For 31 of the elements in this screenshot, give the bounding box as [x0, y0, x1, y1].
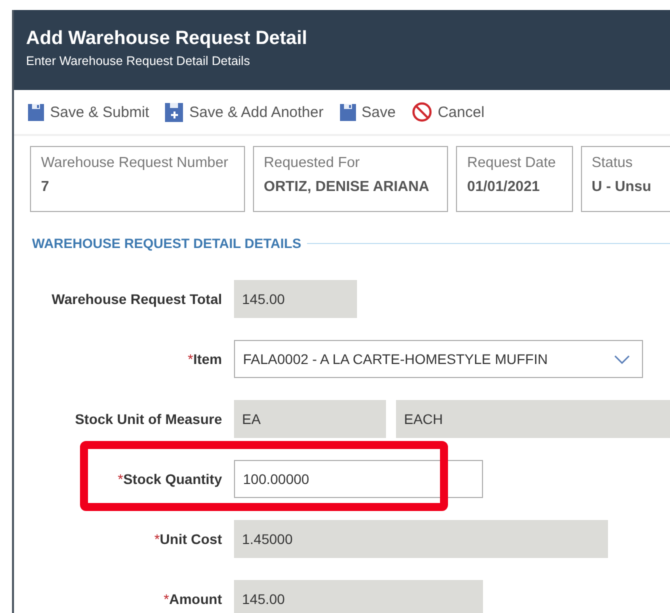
field-label: *Unit Cost	[153, 531, 223, 547]
readonly-field: 1.45000	[234, 520, 608, 558]
floppy-disk-plus-icon	[165, 102, 184, 122]
field-label: *Item	[186, 351, 223, 367]
readonly-field: EA	[234, 400, 386, 438]
card-value: 7	[41, 179, 50, 195]
dialog-subtitle: Enter Warehouse Request Detail Details	[26, 54, 251, 68]
toolbar-button[interactable]: Cancel	[412, 102, 484, 122]
field-label: Warehouse Request Total	[50, 291, 223, 307]
card-label: Request Date	[467, 155, 557, 171]
input-field[interactable]: 100.00000	[234, 460, 483, 498]
readonly-field: EACH	[396, 400, 670, 438]
dialog-title: Add Warehouse Request Detail	[26, 28, 308, 50]
field-label: *Stock Quantity	[116, 471, 223, 487]
toolbar-button[interactable]: Save & Submit	[28, 104, 150, 120]
card-label: Warehouse Request Number	[41, 155, 230, 171]
field-label: Stock Unit of Measure	[74, 411, 223, 427]
card-value: ORTIZ, DENISE ARIANA	[264, 179, 430, 195]
item-dropdown[interactable]: FALA0002 - A LA CARTE-HOMESTYLE MUFFIN	[234, 340, 643, 378]
toolbar-button[interactable]: Save & Add Another	[165, 102, 324, 122]
toolbar-button[interactable]: Save	[340, 104, 396, 120]
section-title: WAREHOUSE REQUEST DETAIL DETAILS	[32, 236, 302, 251]
readonly-field: 145.00	[234, 280, 357, 318]
card-value: U - Unsu	[592, 179, 652, 195]
card-value: 01/01/2021	[467, 179, 541, 195]
field-label: *Amount	[162, 591, 223, 607]
card-label: Requested For	[264, 155, 361, 171]
readonly-field: 145.00	[234, 580, 483, 613]
cancel-icon	[412, 102, 432, 122]
chevron-down-icon	[614, 354, 630, 364]
card-label: Status	[592, 155, 634, 171]
